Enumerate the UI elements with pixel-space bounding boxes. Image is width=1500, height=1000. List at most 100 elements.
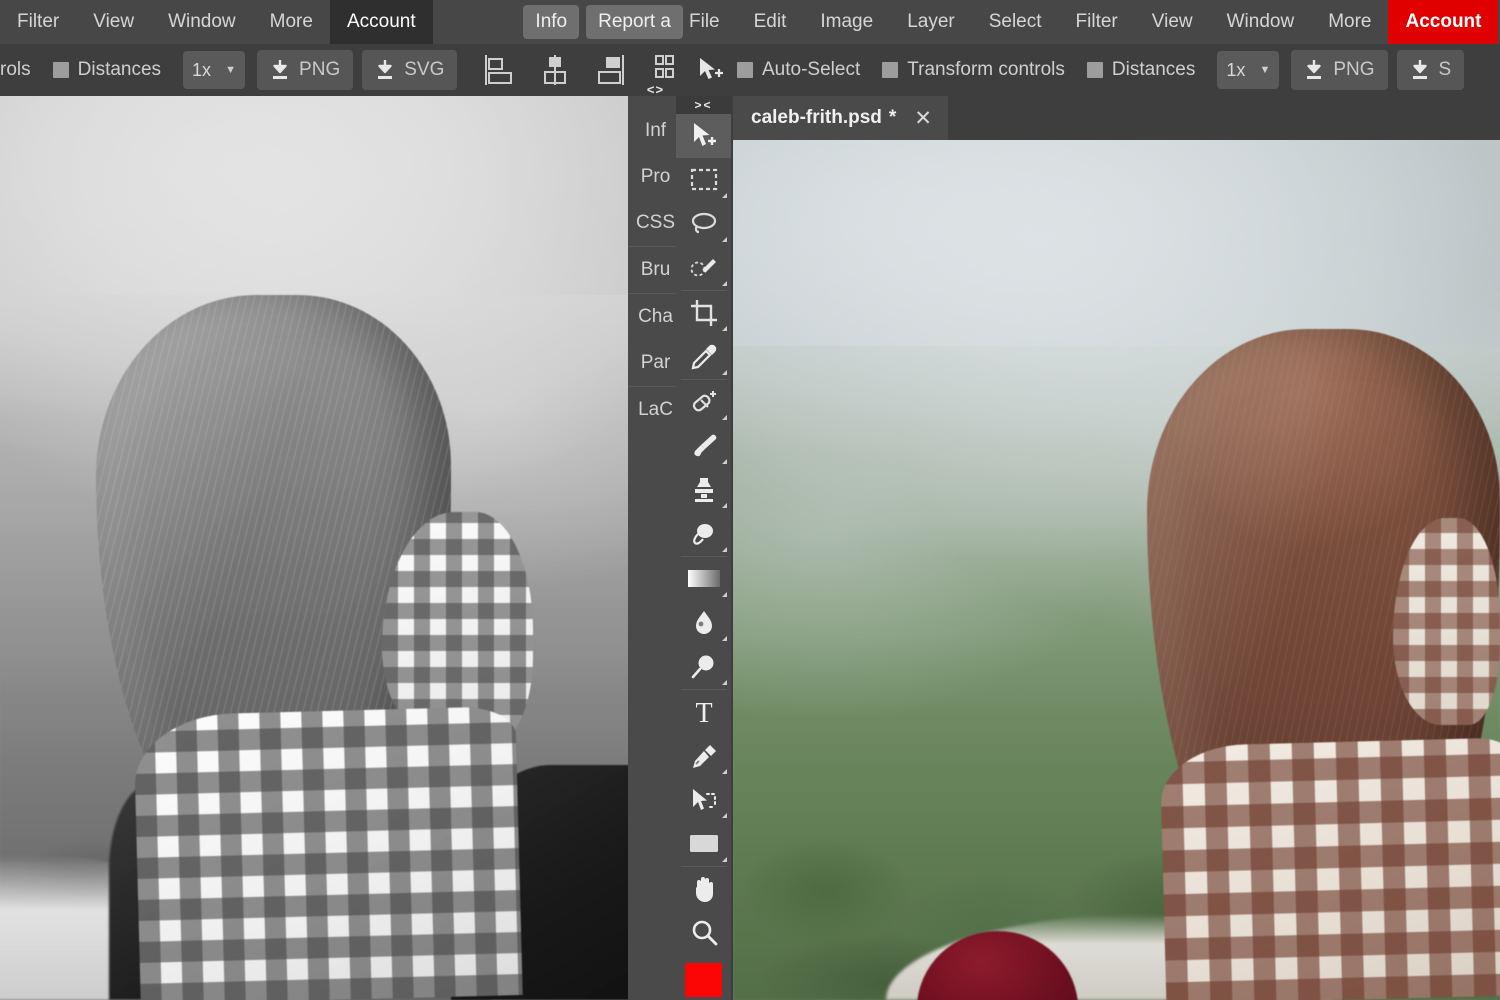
zoom-select-front[interactable]: 1x ▼ (1217, 51, 1280, 89)
align-right-icon[interactable] (596, 53, 626, 87)
align-left-icon[interactable] (484, 53, 514, 87)
menu-item-window[interactable]: Window (1210, 0, 1312, 44)
eraser-tool-icon[interactable] (676, 512, 731, 556)
rectangular-marquee-icon[interactable] (676, 158, 731, 202)
document-tab-strip: caleb-frith.psd * ✕ (733, 96, 1500, 140)
rectangle-shape-icon[interactable] (676, 822, 731, 866)
healing-brush-icon[interactable] (676, 380, 731, 424)
menu-item-account[interactable]: Account (1388, 0, 1499, 44)
blur-tool-icon[interactable] (676, 601, 731, 645)
document-modified-marker: * (888, 107, 897, 128)
gradient-tool-icon[interactable] (676, 557, 731, 601)
layer-comps-panel-tab[interactable]: LaC (628, 387, 683, 433)
chevron-down-icon: ▼ (1259, 64, 1271, 76)
crop-tool-icon[interactable] (676, 291, 731, 335)
menu-item-select[interactable]: Select (972, 0, 1059, 44)
transform-controls-label: Transform controls (907, 59, 1065, 80)
app-root: Filter View Window More Account Info Rep… (0, 0, 1500, 1000)
download-icon (1304, 59, 1324, 81)
tool-more-corner-icon (722, 415, 727, 420)
tool-more-corner-icon (722, 769, 727, 774)
clone-stamp-icon[interactable] (676, 468, 731, 512)
distances-checkbox-front[interactable]: Distances (1086, 59, 1196, 81)
type-tool-icon[interactable]: T (676, 690, 731, 734)
hand-tool-icon[interactable] (676, 867, 731, 911)
brushes-panel-tab[interactable]: Bru (628, 247, 683, 293)
zoom-value-back: 1x (192, 59, 212, 80)
distances-checkbox-back[interactable]: Distances (52, 59, 162, 81)
info-panel-tab[interactable]: Inf (628, 108, 683, 154)
tool-more-corner-icon (722, 680, 727, 685)
panel-top-pad (628, 96, 683, 108)
tool-more-corner-icon (722, 547, 727, 552)
export-png-button-back[interactable]: PNG (257, 50, 354, 90)
foreground-color-swatch[interactable] (682, 960, 725, 1000)
export-svg-button-back[interactable]: SVG (362, 50, 458, 90)
channels-panel-tab[interactable]: Cha (628, 294, 683, 340)
menu-item-filter[interactable]: Filter (1059, 0, 1135, 44)
brush-tool-icon[interactable] (676, 424, 731, 468)
distances-label-back: Distances (77, 59, 162, 80)
front-editor-window: File Edit Image Layer Select Filter View… (683, 0, 1500, 1000)
menu-item-window[interactable]: Window (151, 0, 253, 44)
info-button[interactable]: Info (523, 5, 580, 39)
zoom-select-back[interactable]: 1x ▼ (183, 51, 246, 89)
menu-item-image[interactable]: Image (803, 0, 890, 44)
truncated-option-label: rols (0, 59, 31, 80)
document-tab[interactable]: caleb-frith.psd * ✕ (733, 96, 948, 140)
checkbox-box-icon (737, 62, 753, 78)
menu-item-view[interactable]: View (76, 0, 151, 44)
back-editor-window: Filter View Window More Account Info Rep… (0, 0, 683, 1000)
tool-more-corner-icon (722, 326, 727, 331)
css-panel-tab[interactable]: CSS (628, 200, 683, 246)
paragraph-panel-tab[interactable]: Par (628, 340, 683, 386)
tool-more-corner-icon (722, 636, 727, 641)
report-a-bug-button[interactable]: Report a (586, 5, 683, 39)
eyedropper-tool-icon[interactable] (676, 335, 731, 379)
zoom-value-front: 1x (1226, 59, 1246, 80)
menu-item-more[interactable]: More (253, 0, 330, 44)
transform-controls-checkbox[interactable]: Transform controls (882, 59, 1065, 81)
close-icon[interactable]: ✕ (914, 106, 932, 131)
export-svg-label-back: SVG (404, 59, 445, 80)
checkbox-box-icon (1086, 62, 1103, 78)
download-icon (270, 59, 290, 81)
tool-more-corner-icon (722, 237, 727, 242)
photo-subject-plaid-shirt (1159, 737, 1500, 1000)
move-tool-icon[interactable] (697, 56, 723, 84)
quick-selection-icon[interactable] (676, 246, 731, 290)
photo-subject-plaid-shirt (132, 705, 523, 1000)
lasso-tool-icon[interactable] (676, 202, 731, 246)
tool-palette: >< T (676, 96, 731, 1000)
front-canvas[interactable] (733, 140, 1500, 1000)
front-options-bar: Auto-Select Transform controls Distances… (683, 44, 1500, 96)
panel-collapse-icon[interactable]: <> (628, 82, 683, 97)
back-canvas[interactable] (0, 96, 683, 1000)
export-svg-button-front[interactable]: S (1396, 50, 1465, 90)
zoom-tool-icon[interactable] (676, 911, 731, 955)
menu-item-account[interactable]: Account (329, 0, 433, 44)
distances-label-front: Distances (1111, 59, 1196, 80)
auto-select-checkbox[interactable]: Auto-Select (737, 59, 860, 81)
menu-item-edit[interactable]: Edit (737, 0, 804, 44)
svg-text:T: T (695, 698, 712, 726)
menu-item-more[interactable]: More (1311, 0, 1388, 44)
menu-item-layer[interactable]: Layer (890, 0, 972, 44)
export-png-button-front[interactable]: PNG (1291, 50, 1388, 90)
export-png-label-front: PNG (1333, 59, 1375, 80)
tool-palette-collapse-icon[interactable]: >< (676, 96, 731, 114)
path-selection-icon[interactable] (676, 778, 731, 822)
menu-item-view[interactable]: View (1135, 0, 1210, 44)
pen-tool-icon[interactable] (676, 734, 731, 778)
checkbox-box-icon (52, 62, 69, 78)
export-png-label-back: PNG (299, 59, 341, 80)
download-icon (375, 59, 395, 81)
dodge-tool-icon[interactable] (676, 645, 731, 689)
front-photo (733, 140, 1500, 1000)
chevron-down-icon: ▼ (225, 64, 237, 76)
menu-item-file[interactable]: File (683, 0, 737, 44)
menu-item-filter[interactable]: Filter (0, 0, 76, 44)
properties-panel-tab[interactable]: Pro (628, 154, 683, 200)
move-tool-icon[interactable] (676, 114, 731, 158)
align-center-icon[interactable] (540, 53, 570, 87)
